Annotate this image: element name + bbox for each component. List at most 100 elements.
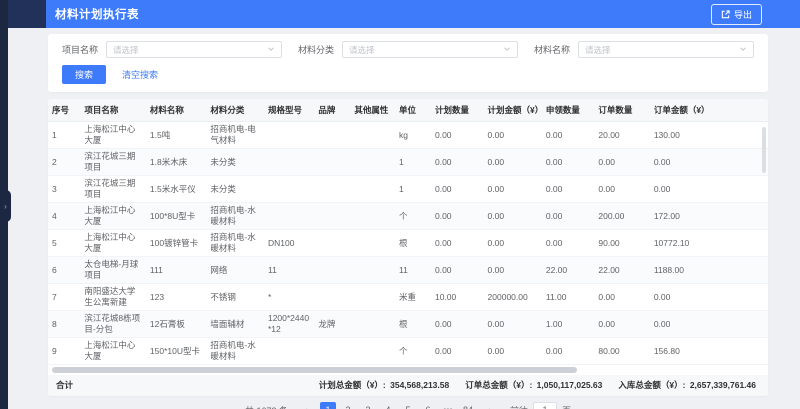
page-number-button[interactable]: 1 <box>320 402 336 409</box>
table-cell: 0.00 <box>484 149 542 176</box>
table-row[interactable]: 7南阳盛达大学生公寓新建123不锈钢*米重10.00200000.0011.00… <box>48 284 768 311</box>
filter-panel: 项目名称 请选择 材料分类 请选择 材料名称 <box>48 34 768 92</box>
table-cell: 130.00 <box>650 122 768 149</box>
table-cell: 200.00 <box>594 203 649 230</box>
table-cell: 10772.10 <box>650 230 768 257</box>
vertical-scrollbar[interactable] <box>762 127 766 173</box>
column-header: 项目名称 <box>80 99 146 122</box>
page-number-button[interactable]: 2 <box>340 402 356 409</box>
search-button[interactable]: 搜索 <box>62 65 106 84</box>
previous-page-button[interactable]: ‹ <box>298 402 314 409</box>
table-cell: 0.00 <box>431 176 484 203</box>
export-button-label: 导出 <box>734 8 752 21</box>
table-cell: 未分类 <box>206 149 264 176</box>
table-cell <box>350 122 395 149</box>
column-header: 品牌 <box>314 99 350 122</box>
column-header: 订单数量 <box>594 99 649 122</box>
table-row[interactable]: 1上海松江中心大厦1.5吨招商机电-电气材料kg0.000.000.0020.0… <box>48 122 768 149</box>
table-row[interactable]: 6太仓电梯-月球项目111网络11110.000.0022.0022.00118… <box>48 257 768 284</box>
table-cell: 11.00 <box>542 284 595 311</box>
table-cell: 0.00 <box>594 176 649 203</box>
table-cell: 上海松江中心大厦 <box>80 230 146 257</box>
summary-totals: 计划总金额（¥）: 354,568,213.58 订单总金额（¥）: 1,050… <box>319 379 756 391</box>
table-cell <box>314 257 350 284</box>
page-ellipsis[interactable]: ••• <box>440 402 456 409</box>
table-cell <box>264 176 314 203</box>
inbound-total-label: 入库总金额（¥）: <box>618 380 685 390</box>
table-row[interactable]: 3滨江花城三期项目1.5米水平仪未分类10.000.000.000.000.00 <box>48 176 768 203</box>
table-cell: 0.00 <box>484 338 542 365</box>
table-cell: 1200*2440*12 <box>264 311 314 338</box>
column-header: 规格型号 <box>264 99 314 122</box>
materials-table: 序号项目名称材料名称材料分类规格型号品牌其他属性单位计划数量计划金额（¥）申领数… <box>48 99 768 365</box>
order-total-value: 1,050,117,025.63 <box>537 380 603 390</box>
table-row[interactable]: 8滨江花城8栋项目-分包12石膏板墙面辅材1200*2440*12龙牌根0.00… <box>48 311 768 338</box>
table-cell: 9 <box>48 338 80 365</box>
column-header: 申领数量 <box>542 99 595 122</box>
table-cell: 0.00 <box>431 338 484 365</box>
table-cell: 90.00 <box>594 230 649 257</box>
table-cell: 0.00 <box>650 176 768 203</box>
page-number-button[interactable]: 4 <box>380 402 396 409</box>
page-number-button[interactable]: 5 <box>400 402 416 409</box>
page-number-button[interactable]: 6 <box>420 402 436 409</box>
order-total-label: 订单总金额（¥）: <box>465 380 532 390</box>
next-page-button[interactable]: › <box>482 402 498 409</box>
materials-table-card: 序号项目名称材料名称材料分类规格型号品牌其他属性单位计划数量计划金额（¥）申领数… <box>48 99 768 396</box>
table-cell: 0.00 <box>431 230 484 257</box>
table-cell: 网络 <box>206 257 264 284</box>
table-cell: 20.00 <box>594 122 649 149</box>
page-number-button[interactable]: 3 <box>360 402 376 409</box>
inbound-total-amount: 入库总金额（¥）: 2,657,339,761.46 <box>618 379 756 391</box>
planned-total-value: 354,568,213.58 <box>390 380 449 390</box>
horizontal-scrollbar[interactable] <box>52 367 577 373</box>
goto-page-input[interactable] <box>533 402 557 409</box>
table-cell: 100*8U型卡 <box>146 203 206 230</box>
table-cell: kg <box>395 122 431 149</box>
table-cell: 0.00 <box>484 311 542 338</box>
column-header: 其他属性 <box>350 99 395 122</box>
filter-label: 项目名称 <box>62 43 98 56</box>
table-cell: 0.00 <box>542 122 595 149</box>
table-cell <box>264 338 314 365</box>
select-placeholder: 请选择 <box>585 44 611 56</box>
filter-label: 材料名称 <box>534 43 570 56</box>
table-cell: 米重 <box>395 284 431 311</box>
table-cell <box>264 149 314 176</box>
table-cell <box>350 230 395 257</box>
table-header-row: 序号项目名称材料名称材料分类规格型号品牌其他属性单位计划数量计划金额（¥）申领数… <box>48 99 768 122</box>
chevron-right-icon: › <box>4 202 7 211</box>
table-cell <box>350 284 395 311</box>
table-row[interactable]: 4上海松江中心大厦100*8U型卡招商机电-水暖材料个0.000.000.002… <box>48 203 768 230</box>
table-cell <box>350 203 395 230</box>
table-cell: 80.00 <box>594 338 649 365</box>
table-cell: 0.00 <box>650 311 768 338</box>
table-cell: 123 <box>146 284 206 311</box>
goto-page-group: 前往 页 <box>510 402 571 409</box>
clear-search-link[interactable]: 清空搜索 <box>122 68 158 81</box>
table-row[interactable]: 9上海松江中心大厦150*10U型卡招商机电-水暖材料个0.000.000.00… <box>48 338 768 365</box>
table-cell: 1 <box>395 176 431 203</box>
table-cell <box>264 122 314 149</box>
table-cell: 156.80 <box>650 338 768 365</box>
table-cell: 0.00 <box>484 257 542 284</box>
order-total-amount: 订单总金额（¥）: 1,050,117,025.63 <box>465 379 602 391</box>
sidebar-expand-handle[interactable]: › <box>0 190 11 222</box>
table-cell <box>314 149 350 176</box>
material-category-select[interactable]: 请选择 <box>342 41 518 58</box>
pagination-total-count: 共 1673 条 <box>245 404 288 409</box>
filter-material-name: 材料名称 请选择 <box>534 41 754 58</box>
table-row[interactable]: 5上海松江中心大厦100镀锌管卡招商机电-水暖材料DN100根0.000.000… <box>48 230 768 257</box>
project-name-select[interactable]: 请选择 <box>106 41 282 58</box>
table-cell: 墙面辅材 <box>206 311 264 338</box>
material-name-select[interactable]: 请选择 <box>578 41 754 58</box>
table-cell: 招商机电-水暖材料 <box>206 230 264 257</box>
goto-label: 前往 <box>510 404 528 409</box>
export-button[interactable]: 导出 <box>711 4 762 25</box>
table-cell: 111 <box>146 257 206 284</box>
table-cell: 2 <box>48 149 80 176</box>
table-row[interactable]: 2滨江花城三期项目1.8米木床未分类10.000.000.000.000.00 <box>48 149 768 176</box>
table-cell: DN100 <box>264 230 314 257</box>
page-number-button[interactable]: 84 <box>460 402 476 409</box>
column-header: 订单金额（¥） <box>650 99 768 122</box>
